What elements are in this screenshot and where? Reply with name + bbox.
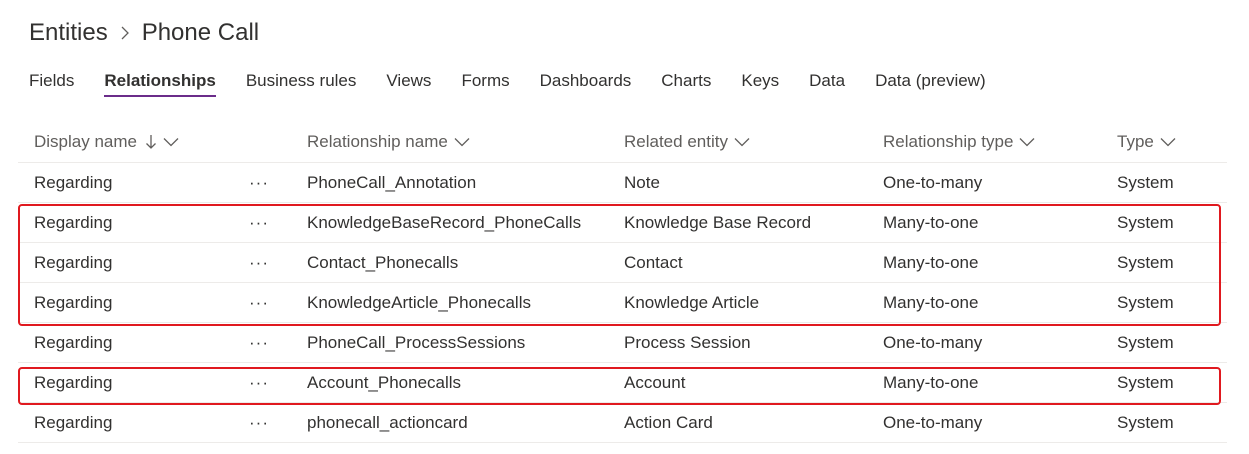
cell-type: System bbox=[1117, 332, 1174, 352]
tab-keys[interactable]: Keys bbox=[741, 68, 779, 98]
cell-relationship-type: Many-to-one bbox=[883, 212, 979, 232]
cell-display-name: Regarding bbox=[34, 292, 113, 312]
cell-related-entity: Knowledge Base Record bbox=[624, 212, 812, 232]
column-header-label: Display name bbox=[34, 132, 137, 151]
cell-relationship-name: PhoneCall_Annotation bbox=[307, 172, 477, 192]
column-header-display-name[interactable]: Display name bbox=[34, 122, 179, 162]
cell-related-entity: Contact bbox=[624, 252, 683, 272]
cell-relationship-name: PhoneCall_ProcessSessions bbox=[307, 332, 526, 352]
tab-business-rules[interactable]: Business rules bbox=[246, 68, 357, 98]
cell-related-entity: Account bbox=[624, 372, 686, 392]
more-options-button[interactable]: ··· bbox=[245, 213, 273, 233]
cell-display-name: Regarding bbox=[34, 412, 113, 432]
cell-relationship-name: KnowledgeArticle_Phonecalls bbox=[307, 292, 531, 312]
table-row[interactable]: Regarding ··· phonecall_actioncard Actio… bbox=[18, 403, 1227, 443]
cell-relationship-type: One-to-many bbox=[883, 412, 983, 432]
more-options-button[interactable]: ··· bbox=[245, 413, 273, 433]
more-options-button[interactable]: ··· bbox=[245, 333, 273, 353]
chevron-down-icon bbox=[454, 138, 470, 147]
table-row[interactable]: Regarding ··· Contact_Phonecalls Contact… bbox=[18, 243, 1227, 283]
relationships-table: Display name Relationship name Related e… bbox=[18, 122, 1227, 443]
cell-type: System bbox=[1117, 412, 1174, 432]
table-row[interactable]: Regarding ··· KnowledgeBaseRecord_PhoneC… bbox=[18, 203, 1227, 243]
chevron-down-icon bbox=[163, 138, 179, 147]
page-title: Phone Call bbox=[141, 19, 260, 46]
cell-relationship-type: One-to-many bbox=[883, 332, 983, 352]
cell-related-entity: Process Session bbox=[624, 332, 751, 352]
cell-relationship-type: Many-to-one bbox=[883, 372, 979, 392]
cell-relationship-type: Many-to-one bbox=[883, 252, 979, 272]
more-options-button[interactable]: ··· bbox=[245, 253, 273, 273]
column-header-label: Type bbox=[1117, 132, 1154, 151]
cell-type: System bbox=[1117, 172, 1174, 192]
cell-type: System bbox=[1117, 292, 1174, 312]
tab-forms[interactable]: Forms bbox=[461, 68, 509, 98]
entity-tabs: Fields Relationships Business rules View… bbox=[29, 68, 1016, 98]
column-header-relationship-name[interactable]: Relationship name bbox=[307, 122, 470, 162]
tab-fields[interactable]: Fields bbox=[29, 68, 74, 98]
cell-related-entity: Note bbox=[624, 172, 660, 192]
chevron-down-icon bbox=[1160, 138, 1176, 147]
table-row[interactable]: Regarding ··· PhoneCall_Annotation Note … bbox=[18, 163, 1227, 203]
breadcrumb: Entities Phone Call bbox=[29, 16, 259, 50]
cell-display-name: Regarding bbox=[34, 372, 113, 392]
chevron-right-icon bbox=[108, 25, 142, 41]
column-header-label: Relationship name bbox=[307, 132, 448, 151]
cell-type: System bbox=[1117, 212, 1174, 232]
cell-relationship-name: phonecall_actioncard bbox=[307, 412, 468, 432]
tab-relationships[interactable]: Relationships bbox=[104, 68, 217, 98]
chevron-down-icon bbox=[734, 138, 750, 147]
tab-charts[interactable]: Charts bbox=[661, 68, 711, 98]
column-header-label: Related entity bbox=[624, 132, 728, 151]
cell-display-name: Regarding bbox=[34, 252, 113, 272]
cell-display-name: Regarding bbox=[34, 332, 113, 352]
breadcrumb-parent-link[interactable]: Entities bbox=[29, 19, 108, 47]
column-header-type[interactable]: Type bbox=[1117, 122, 1176, 162]
column-header-relationship-type[interactable]: Relationship type bbox=[883, 122, 1035, 162]
more-options-button[interactable]: ··· bbox=[245, 173, 273, 193]
cell-display-name: Regarding bbox=[34, 172, 113, 192]
table-row[interactable]: Regarding ··· KnowledgeArticle_Phonecall… bbox=[18, 283, 1227, 323]
cell-display-name: Regarding bbox=[34, 212, 113, 232]
tab-data-preview[interactable]: Data (preview) bbox=[875, 68, 986, 98]
cell-type: System bbox=[1117, 372, 1174, 392]
cell-relationship-type: Many-to-one bbox=[883, 292, 979, 312]
tab-data[interactable]: Data bbox=[809, 68, 845, 98]
more-options-button[interactable]: ··· bbox=[245, 373, 273, 393]
sort-descending-icon bbox=[146, 135, 156, 149]
table-row[interactable]: Regarding ··· Account_Phonecalls Account… bbox=[18, 363, 1227, 403]
cell-relationship-name: KnowledgeBaseRecord_PhoneCalls bbox=[307, 212, 582, 232]
chevron-down-icon bbox=[1019, 138, 1035, 147]
column-header-label: Relationship type bbox=[883, 132, 1014, 151]
tab-dashboards[interactable]: Dashboards bbox=[540, 68, 632, 98]
column-header-related-entity[interactable]: Related entity bbox=[624, 122, 750, 162]
more-options-button[interactable]: ··· bbox=[245, 293, 273, 313]
table-header: Display name Relationship name Related e… bbox=[18, 122, 1227, 163]
cell-type: System bbox=[1117, 252, 1174, 272]
cell-relationship-name: Contact_Phonecalls bbox=[307, 252, 459, 272]
cell-related-entity: Knowledge Article bbox=[624, 292, 760, 312]
cell-relationship-type: One-to-many bbox=[883, 172, 983, 192]
table-row[interactable]: Regarding ··· PhoneCall_ProcessSessions … bbox=[18, 323, 1227, 363]
cell-relationship-name: Account_Phonecalls bbox=[307, 372, 462, 392]
cell-related-entity: Action Card bbox=[624, 412, 713, 432]
tab-views[interactable]: Views bbox=[386, 68, 431, 98]
